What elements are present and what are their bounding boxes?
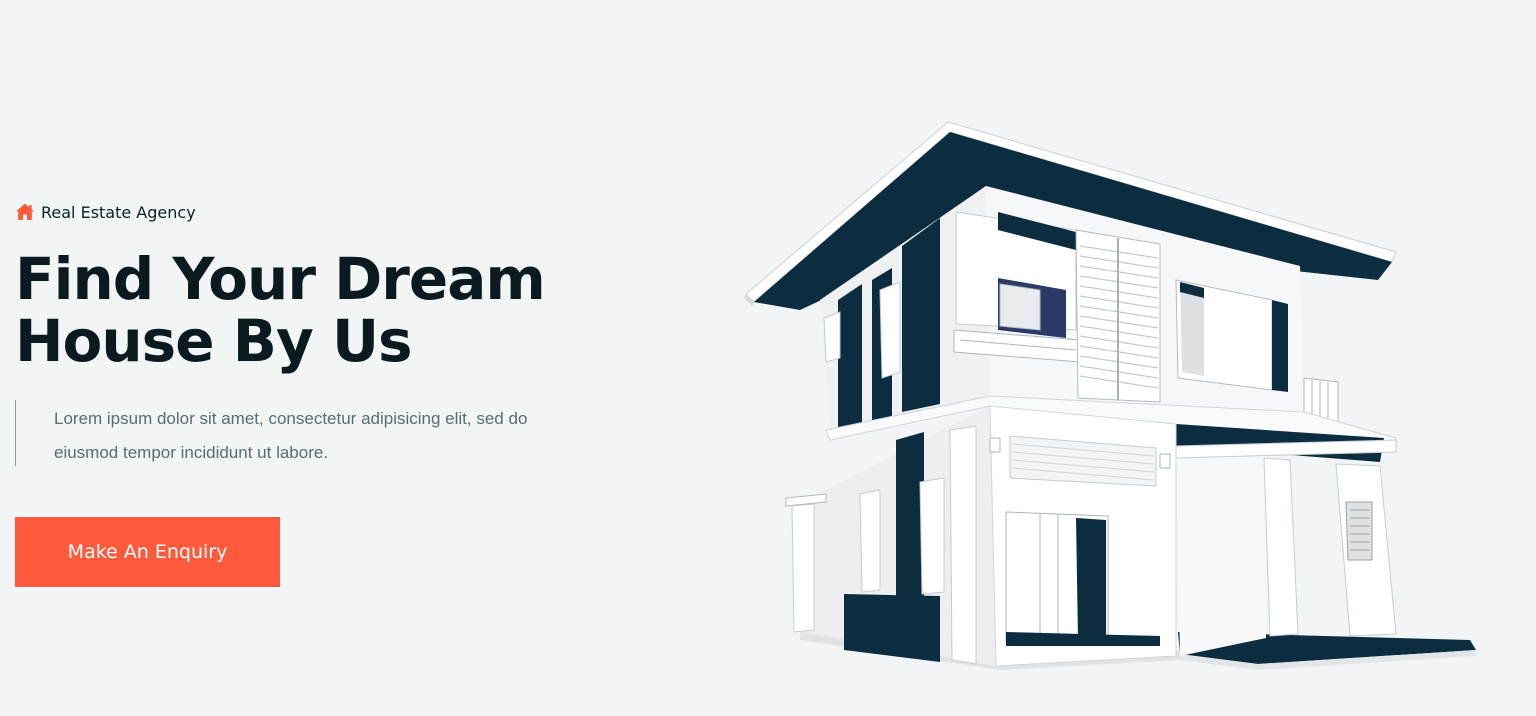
eyebrow: Real Estate Agency: [15, 200, 196, 224]
title-line-1: Find Your Dream: [15, 245, 546, 313]
make-enquiry-button[interactable]: Make An Enquiry: [15, 517, 280, 587]
title-line-2: House By Us: [15, 307, 413, 375]
description-text: Lorem ipsum dolor sit amet, consectetur …: [54, 409, 528, 462]
description-block: Lorem ipsum dolor sit amet, consectetur …: [15, 400, 576, 466]
eyebrow-text: Real Estate Agency: [41, 202, 196, 222]
house-illustration: [744, 121, 1476, 670]
home-icon: [15, 202, 35, 222]
hero-section: Real Estate Agency Find Your Dream House…: [0, 0, 1536, 716]
page-title: Find Your Dream House By Us: [15, 248, 635, 372]
